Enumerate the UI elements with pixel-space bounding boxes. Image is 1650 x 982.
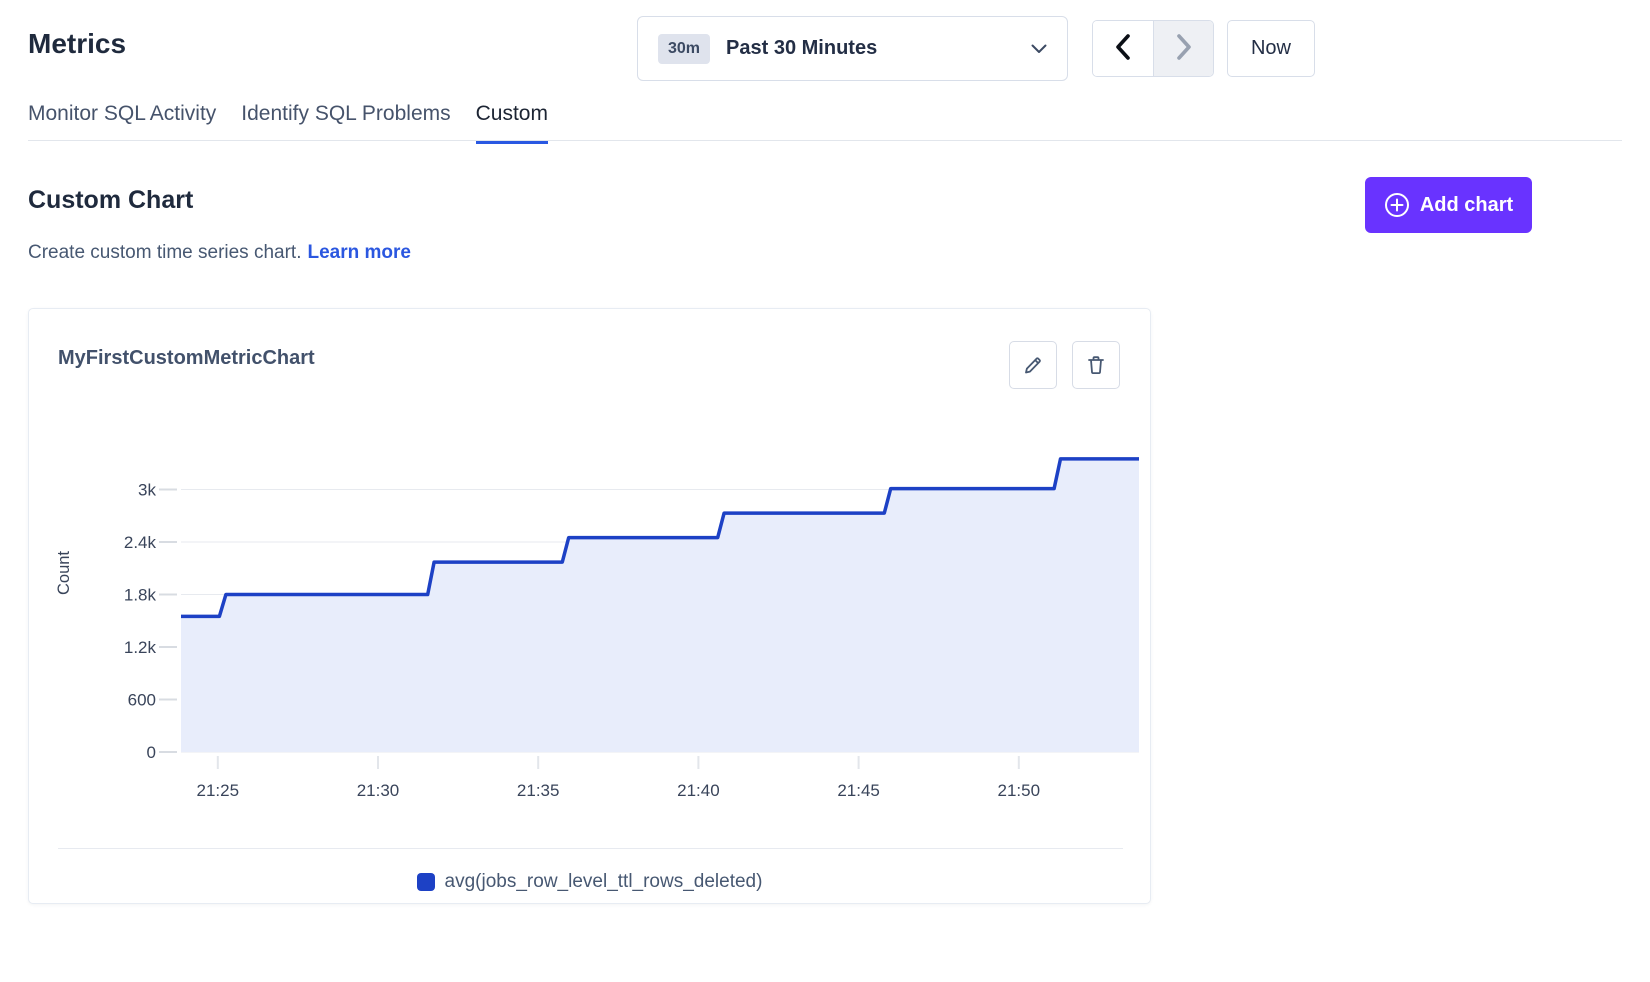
learn-more-link[interactable]: Learn more xyxy=(307,242,410,263)
svg-text:2.4k: 2.4k xyxy=(124,533,157,552)
timeseries-chart[interactable]: 0 600 1.2k 1.8k 2.4k 3k 21:25 21:30 21:35 21:40 21… xyxy=(29,309,1152,829)
chevron-right-icon xyxy=(1176,34,1192,63)
svg-text:21:35: 21:35 xyxy=(517,781,560,800)
tab-identify-sql-problems[interactable]: Identify SQL Problems xyxy=(241,102,450,144)
time-range-label: Past 30 Minutes xyxy=(726,37,877,60)
tab-monitor-sql-activity[interactable]: Monitor SQL Activity xyxy=(28,102,216,144)
prev-time-button[interactable] xyxy=(1093,21,1153,76)
add-chart-button[interactable]: Add chart xyxy=(1365,177,1532,233)
next-time-button[interactable] xyxy=(1153,21,1213,76)
tabs-divider xyxy=(28,140,1622,141)
pencil-icon xyxy=(1022,354,1044,376)
page-title: Metrics xyxy=(28,28,126,60)
svg-text:1.2k: 1.2k xyxy=(124,638,157,657)
chart-legend[interactable]: avg(jobs_row_level_ttl_rows_deleted) xyxy=(29,871,1150,893)
svg-text:3k: 3k xyxy=(138,481,156,500)
tab-custom[interactable]: Custom xyxy=(476,102,548,144)
svg-text:21:45: 21:45 xyxy=(837,781,880,800)
time-step-buttons xyxy=(1092,20,1214,77)
svg-text:21:40: 21:40 xyxy=(677,781,720,800)
section-title: Custom Chart xyxy=(28,186,193,215)
svg-text:600: 600 xyxy=(128,691,156,710)
svg-text:21:25: 21:25 xyxy=(197,781,240,800)
legend-swatch xyxy=(417,873,435,891)
metrics-page: Metrics 30m Past 30 Minutes Now Monitor … xyxy=(0,0,1650,982)
now-button[interactable]: Now xyxy=(1227,20,1315,77)
svg-text:0: 0 xyxy=(147,743,156,762)
add-chart-label: Add chart xyxy=(1420,194,1513,217)
chart-title: MyFirstCustomMetricChart xyxy=(58,347,315,370)
time-range-select[interactable]: 30m Past 30 Minutes xyxy=(637,16,1068,81)
metrics-tabs: Monitor SQL Activity Identify SQL Proble… xyxy=(28,102,548,144)
section-description-text: Create custom time series chart. xyxy=(28,242,301,263)
edit-chart-button[interactable] xyxy=(1009,341,1057,389)
custom-chart-card: MyFirstCustomMetricChart 0 600 1.2k 1.8k 2.4… xyxy=(28,308,1151,904)
svg-text:21:50: 21:50 xyxy=(998,781,1041,800)
legend-label: avg(jobs_row_level_ttl_rows_deleted) xyxy=(445,871,763,893)
card-divider xyxy=(58,848,1123,849)
delete-chart-button[interactable] xyxy=(1072,341,1120,389)
trash-icon xyxy=(1085,354,1107,376)
svg-text:Count: Count xyxy=(55,551,73,595)
time-range-badge: 30m xyxy=(658,34,710,64)
chevron-left-icon xyxy=(1115,34,1131,63)
section-description: Create custom time series chart. Learn mo… xyxy=(28,242,411,264)
svg-text:1.8k: 1.8k xyxy=(124,586,157,605)
plus-circle-icon xyxy=(1384,192,1410,218)
chevron-down-icon xyxy=(1031,44,1047,54)
svg-text:21:30: 21:30 xyxy=(357,781,400,800)
